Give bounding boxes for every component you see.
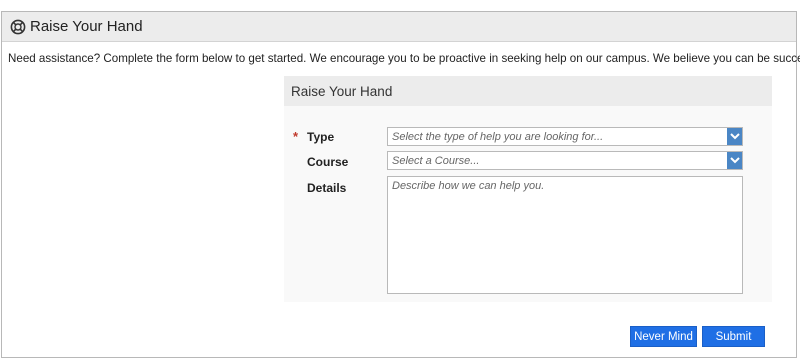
submit-button[interactable]: Submit xyxy=(702,326,765,347)
page-title: Raise Your Hand xyxy=(30,18,143,35)
raise-hand-form: Raise Your Hand * Type Select the type o… xyxy=(284,76,772,302)
window-header: Raise Your Hand xyxy=(2,12,796,42)
details-label: Details xyxy=(307,181,347,195)
type-label: Type xyxy=(307,130,335,144)
details-textarea[interactable]: Describe how we can help you. xyxy=(387,176,743,294)
required-marker: * xyxy=(293,129,299,144)
never-mind-button[interactable]: Never Mind xyxy=(630,326,697,347)
type-select[interactable]: Select the type of help you are looking … xyxy=(387,127,743,146)
lifebuoy-icon xyxy=(10,19,26,35)
course-select-placeholder: Select a Course... xyxy=(392,154,480,167)
course-label: Course xyxy=(307,155,349,169)
type-select-placeholder: Select the type of help you are looking … xyxy=(392,130,604,143)
form-title: Raise Your Hand xyxy=(284,76,772,106)
course-select[interactable]: Select a Course... xyxy=(387,151,743,170)
chevron-down-icon[interactable] xyxy=(727,128,742,145)
raise-hand-window: Raise Your Hand Need assistance? Complet… xyxy=(1,11,800,358)
chevron-down-icon[interactable] xyxy=(727,152,742,169)
intro-text: Need assistance? Complete the form below… xyxy=(8,52,800,65)
